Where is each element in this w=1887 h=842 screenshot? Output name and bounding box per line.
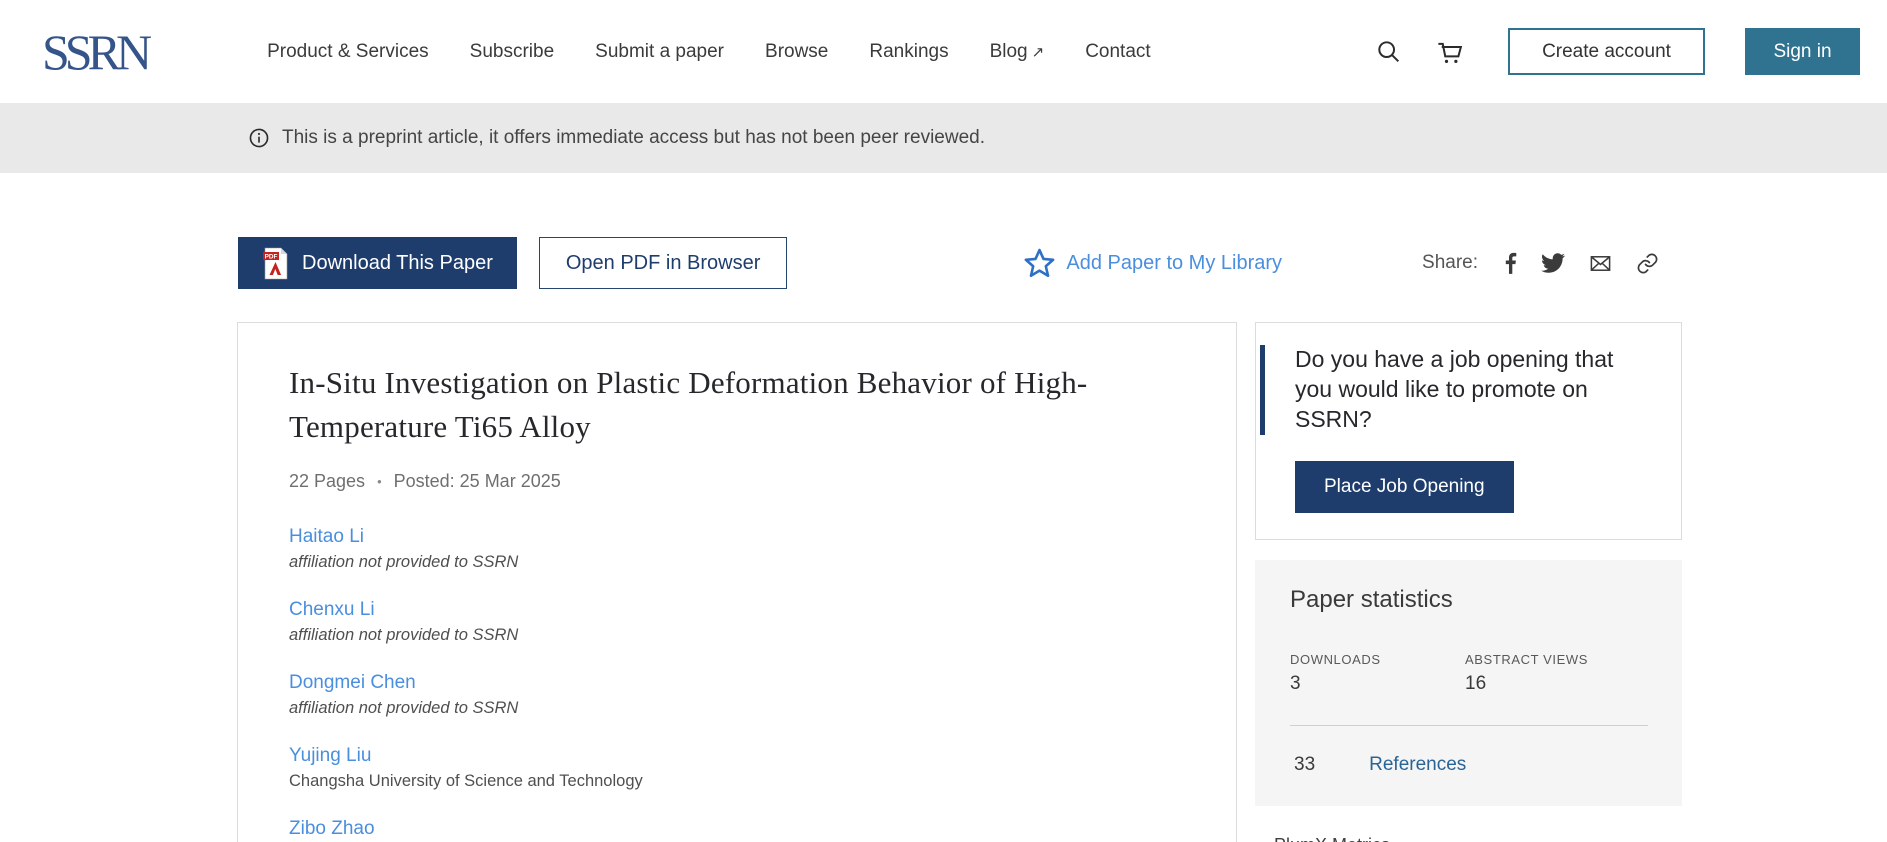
meta-separator: • <box>377 474 382 489</box>
download-paper-button[interactable]: PDF Download This Paper <box>238 237 517 289</box>
header: SSRN Product & Services Subscribe Submit… <box>0 0 1887 103</box>
add-to-library-button[interactable]: Add Paper to My Library <box>1023 247 1282 280</box>
share-label: Share: <box>1422 252 1478 274</box>
header-right: Create account Sign in <box>1374 28 1860 75</box>
nav-subscribe[interactable]: Subscribe <box>470 41 555 63</box>
author-item: Yujing Liu Changsha University of Scienc… <box>289 745 1184 791</box>
nav-contact[interactable]: Contact <box>1085 41 1150 63</box>
action-row: PDF Download This Paper Open PDF in Brow… <box>0 237 1887 289</box>
author-item: Zibo Zhao <box>289 818 1184 840</box>
main-content: In-Situ Investigation on Plastic Deforma… <box>0 322 1887 842</box>
external-link-arrow-icon: ↗ <box>1032 44 1045 61</box>
info-icon <box>248 127 270 149</box>
downloads-stat: DOWNLOADS 3 <box>1290 652 1422 695</box>
job-promo-card: Do you have a job opening that you would… <box>1255 322 1682 540</box>
paper-statistics-title: Paper statistics <box>1290 586 1648 614</box>
author-affiliation: affiliation not provided to SSRN <box>289 626 1184 645</box>
nav-product-services[interactable]: Product & Services <box>267 41 429 63</box>
author-affiliation: affiliation not provided to SSRN <box>289 699 1184 718</box>
author-link[interactable]: Dongmei Chen <box>289 672 416 694</box>
plumx-metrics-link[interactable]: PlumX Metrics <box>1274 835 1682 842</box>
downloads-label: DOWNLOADS <box>1290 652 1422 667</box>
link-icon[interactable] <box>1636 252 1659 275</box>
facebook-icon[interactable] <box>1504 252 1517 274</box>
author-affiliation: Changsha University of Science and Techn… <box>289 772 1184 791</box>
author-item: Dongmei Chen affiliation not provided to… <box>289 672 1184 718</box>
stats-divider <box>1290 725 1648 726</box>
open-pdf-button[interactable]: Open PDF in Browser <box>539 237 788 289</box>
abstract-views-stat: ABSTRACT VIEWS 16 <box>1465 652 1597 695</box>
preprint-notice-banner: This is a preprint article, it offers im… <box>0 103 1887 173</box>
sign-in-button[interactable]: Sign in <box>1745 28 1860 75</box>
ssrn-logo[interactable]: SSRN <box>42 27 147 77</box>
references-row: 33 References <box>1290 754 1648 776</box>
nav-submit-paper[interactable]: Submit a paper <box>595 41 724 63</box>
preprint-notice-text: This is a preprint article, it offers im… <box>282 127 985 149</box>
accent-bar <box>1260 345 1265 435</box>
author-item: Haitao Li affiliation not provided to SS… <box>289 526 1184 572</box>
nav-blog[interactable]: Blog↗ <box>990 41 1045 63</box>
references-count: 33 <box>1294 754 1315 776</box>
add-to-library-label: Add Paper to My Library <box>1066 252 1282 275</box>
nav-blog-label: Blog <box>990 41 1028 62</box>
abstract-views-label: ABSTRACT VIEWS <box>1465 652 1597 667</box>
pdf-file-icon: PDF <box>262 247 289 280</box>
references-link[interactable]: References <box>1369 754 1466 776</box>
place-job-opening-button[interactable]: Place Job Opening <box>1295 461 1514 513</box>
author-link[interactable]: Haitao Li <box>289 526 364 548</box>
twitter-icon[interactable] <box>1541 251 1565 275</box>
cart-icon[interactable] <box>1434 37 1464 67</box>
page: SSRN Product & Services Subscribe Submit… <box>0 0 1887 842</box>
posted-date: Posted: 25 Mar 2025 <box>394 471 561 492</box>
page-count: 22 Pages <box>289 471 365 492</box>
share-group: Share: <box>1422 251 1659 275</box>
download-paper-label: Download This Paper <box>302 252 493 275</box>
author-link[interactable]: Yujing Liu <box>289 745 371 767</box>
paper-statistics-panel: Paper statistics DOWNLOADS 3 ABSTRACT VI… <box>1255 560 1682 806</box>
main-nav: Product & Services Subscribe Submit a pa… <box>267 41 1151 63</box>
author-item: Chenxu Li affiliation not provided to SS… <box>289 599 1184 645</box>
author-link[interactable]: Zibo Zhao <box>289 818 375 840</box>
nav-browse[interactable]: Browse <box>765 41 828 63</box>
paper-meta: 22 Pages • Posted: 25 Mar 2025 <box>289 471 1184 492</box>
author-link[interactable]: Chenxu Li <box>289 599 375 621</box>
job-promo-text: Do you have a job opening that you would… <box>1295 345 1653 435</box>
search-icon[interactable] <box>1374 37 1404 67</box>
paper-title: In-Situ Investigation on Plastic Deforma… <box>289 361 1184 449</box>
star-icon <box>1023 247 1056 280</box>
svg-text:PDF: PDF <box>265 253 278 260</box>
author-affiliation: affiliation not provided to SSRN <box>289 553 1184 572</box>
stats-grid: DOWNLOADS 3 ABSTRACT VIEWS 16 <box>1290 652 1648 695</box>
nav-rankings[interactable]: Rankings <box>869 41 948 63</box>
downloads-value: 3 <box>1290 673 1422 695</box>
sidebar: Do you have a job opening that you would… <box>1255 322 1682 842</box>
create-account-button[interactable]: Create account <box>1508 28 1705 75</box>
paper-card: In-Situ Investigation on Plastic Deforma… <box>237 322 1237 842</box>
email-icon[interactable] <box>1589 252 1612 275</box>
abstract-views-value: 16 <box>1465 673 1597 695</box>
author-list: Haitao Li affiliation not provided to SS… <box>289 526 1184 840</box>
